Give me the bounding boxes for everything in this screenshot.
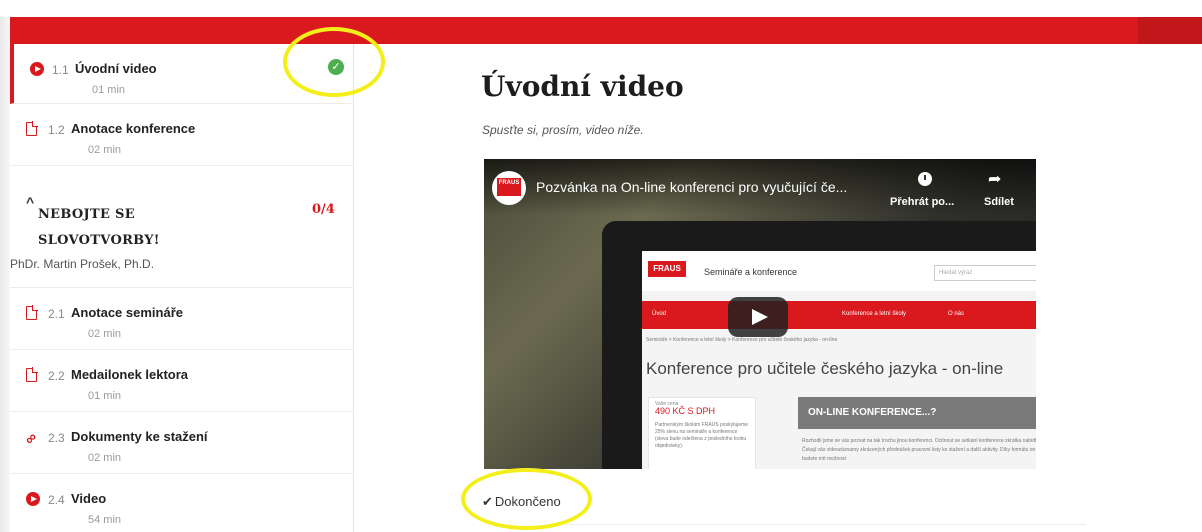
lesson-duration: 54 min: [88, 514, 122, 526]
lesson-title: Video: [71, 491, 107, 506]
lesson-item-medailonek-lektora[interactable]: 2.2 Medailonek lektora 01 min: [10, 350, 353, 412]
video-frame-laptop: FRAUS Semináře a konference Hledat výraz…: [602, 221, 1036, 469]
video-frame-nav: Úvod Konference a letní školy O nás: [642, 301, 1036, 329]
video-frame-price-card: Vaše cena 490 KČ S DPH Partnerským školá…: [648, 397, 756, 469]
top-bar-corner: [1138, 17, 1202, 44]
page-subtitle: Spusťte si, prosím, video níže.: [482, 123, 644, 137]
video-frame-price: 490 KČ S DPH: [655, 406, 716, 416]
lesson-duration: 02 min: [88, 328, 122, 340]
video-frame-site-name: Semináře a konference: [704, 267, 798, 277]
lesson-duration: 01 min: [92, 84, 126, 96]
share-button[interactable]: Sdílet: [984, 196, 1014, 208]
document-icon: [26, 367, 40, 382]
section-lessons: 2.1 Anotace semináře 02 min 2.2 Medailon…: [10, 288, 354, 532]
lesson-item-dokumenty-ke-stazeni[interactable]: ∞ 2.3 Dokumenty ke stažení 02 min: [10, 412, 353, 474]
play-circle-icon: [26, 492, 40, 506]
highlight-circle-completed: [461, 468, 592, 530]
chevron-up-icon: ^: [26, 194, 35, 210]
lesson-item-video[interactable]: 2.4 Video 54 min: [10, 474, 353, 532]
lesson-number: 2.2: [48, 369, 65, 383]
watch-later-button[interactable]: Přehrát po...: [890, 196, 954, 208]
link-icon: ∞: [21, 428, 41, 449]
top-bar: [10, 17, 1202, 44]
video-frame-card-text: Partnerským školám FRAUS poskytujeme 25%…: [655, 422, 749, 449]
lesson-title: Dokumenty ke stažení: [71, 429, 208, 444]
video-player[interactable]: FRAUS Semináře a konference Hledat výraz…: [484, 159, 1036, 469]
lesson-number: 2.1: [48, 307, 65, 321]
content-divider: [566, 524, 1086, 525]
section-author: PhDr. Martin Prošek, Ph.D.: [10, 257, 155, 271]
lesson-item-anotace-konference[interactable]: 1.2 Anotace konference 02 min: [10, 104, 353, 166]
video-frame-breadcrumb: Semináře > Konference a letní školy > Ko…: [646, 337, 838, 343]
lesson-item-anotace-seminare[interactable]: 2.1 Anotace semináře 02 min: [10, 288, 353, 350]
lesson-title: Medailonek lektora: [71, 367, 189, 382]
video-frame-screen: FRAUS Semináře a konference Hledat výraz…: [642, 251, 1036, 469]
play-circle-icon: [30, 62, 44, 76]
lesson-title: Anotace semináře: [71, 305, 183, 320]
document-icon: [26, 121, 40, 136]
video-frame-paragraph: Rozhodli jsme se vás pozvat na tak troch…: [802, 438, 1036, 462]
clock-icon[interactable]: [918, 172, 932, 186]
lesson-number: 1.1: [52, 63, 69, 77]
video-frame-site-header: FRAUS Semináře a konference Hledat výraz: [642, 251, 1036, 291]
video-title[interactable]: Pozvánka na On-line konferenci pro vyuču…: [536, 179, 847, 195]
page-title: Úvodní video: [481, 70, 684, 103]
lesson-duration: 02 min: [88, 452, 122, 464]
video-frame-nav-item: O nás: [948, 311, 965, 317]
lesson-title: Úvodní video: [75, 61, 157, 76]
lesson-number: 2.4: [48, 493, 65, 507]
channel-avatar[interactable]: FRAUS: [492, 171, 526, 205]
lesson-duration: 02 min: [88, 144, 122, 156]
page-edge-shadow: [0, 17, 10, 532]
lesson-number: 1.2: [48, 123, 65, 137]
video-frame-heading: Konference pro učitele českého jazyka - …: [646, 359, 1004, 378]
section-progress-count: 0/4: [312, 202, 335, 217]
play-button[interactable]: [728, 297, 788, 337]
lesson-title: Anotace konference: [71, 121, 196, 136]
document-icon: [26, 305, 40, 320]
video-frame-nav-item: Konference a letní školy: [842, 311, 907, 317]
video-frame-banner-text: ON-LINE KONFERENCE...?: [808, 407, 937, 418]
video-frame-search: Hledat výraz: [934, 265, 1036, 281]
highlight-circle-check: [283, 27, 385, 97]
lesson-number: 2.3: [48, 431, 65, 445]
video-frame-logo: FRAUS: [648, 261, 686, 277]
video-frame-nav-item: Úvod: [652, 311, 667, 317]
lesson-duration: 01 min: [88, 390, 122, 402]
channel-logo-text: FRAUS: [497, 178, 521, 196]
video-frame-banner: ON-LINE KONFERENCE...?: [798, 397, 1036, 429]
share-arrow-icon[interactable]: ➦: [988, 169, 1001, 189]
section-title: NEBOJTE SE SLOVOTVORBY!: [38, 207, 160, 248]
